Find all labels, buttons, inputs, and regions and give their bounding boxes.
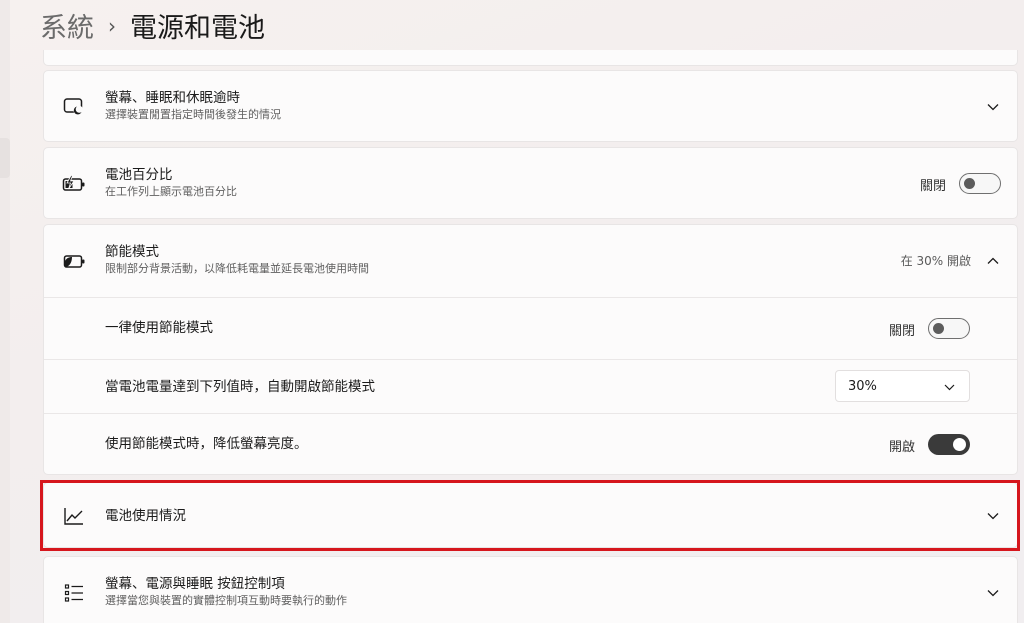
breadcrumb-separator-icon: ›: [108, 14, 116, 38]
screen-sleep-icon: [62, 95, 86, 119]
buttons-controls-card[interactable]: 螢幕、電源與睡眠 按鈕控制項 選擇當您與裝置的實體控制項互動時要執行的動作: [43, 556, 1018, 623]
chevron-up-icon[interactable]: [985, 253, 1001, 269]
energy-saver-subtitle: 限制部分背景活動，以降低耗電量並延長電池使用時間: [105, 262, 369, 275]
energy-saver-card: 節能模式 限制部分背景活動，以降低耗電量並延長電池使用時間 在 30% 開啟 一…: [43, 224, 1018, 475]
auto-on-label: 當電池電量達到下列值時，自動開啟節能模式: [105, 379, 375, 395]
screen-sleep-title: 螢幕、睡眠和休眠逾時: [105, 90, 240, 106]
list-icon: [62, 581, 86, 605]
buttons-controls-subtitle: 選擇當您與裝置的實體控制項互動時要執行的動作: [105, 594, 347, 607]
battery-percentage-title: 電池百分比: [105, 167, 173, 183]
battery-percentage-state-label: 關閉: [919, 179, 946, 194]
auto-on-selected-value: 30%: [848, 378, 877, 394]
chevron-down-icon[interactable]: [985, 99, 1001, 115]
nav-pane-edge: [0, 0, 10, 623]
nav-selection-indicator: [0, 138, 10, 178]
previous-card: [43, 50, 1018, 66]
auto-on-threshold-select[interactable]: 30%: [835, 370, 970, 402]
lower-brightness-toggle[interactable]: [928, 434, 970, 455]
battery-percentage-card: 電池百分比 在工作列上顯示電池百分比 關閉: [43, 147, 1018, 219]
battery-percentage-toggle[interactable]: [959, 173, 1001, 194]
chevron-down-icon[interactable]: [985, 585, 1001, 601]
always-use-toggle[interactable]: [928, 318, 970, 339]
breadcrumb-parent[interactable]: 系統: [40, 6, 94, 45]
screen-sleep-card[interactable]: 螢幕、睡眠和休眠逾時 選擇裝置閒置指定時間後發生的情況: [43, 70, 1018, 142]
battery-percentage-subtitle: 在工作列上顯示電池百分比: [105, 185, 237, 198]
always-use-label: 一律使用節能模式: [105, 320, 213, 336]
lower-brightness-state-label: 開啟: [888, 440, 915, 455]
energy-saver-title: 節能模式: [105, 244, 159, 260]
auto-on-row: 當電池電量達到下列值時，自動開啟節能模式 30%: [44, 360, 1017, 413]
page-title: 電源和電池: [130, 12, 265, 44]
energy-saver-status: 在 30% 開啟: [900, 254, 971, 268]
battery-charging-icon: [62, 172, 86, 196]
always-use-energy-saver-row: 一律使用節能模式 關閉: [44, 298, 1017, 359]
screen-sleep-subtitle: 選擇裝置閒置指定時間後發生的情況: [105, 108, 281, 121]
always-use-state-label: 關閉: [888, 324, 915, 339]
energy-saver-icon: [62, 249, 86, 273]
lower-brightness-row: 使用節能模式時，降低螢幕亮度。 開啟: [44, 414, 1017, 475]
highlight-box: [40, 480, 1020, 551]
breadcrumb: 系統 › 電源和電池: [40, 4, 265, 46]
chevron-down-icon: [944, 380, 955, 395]
lower-brightness-label: 使用節能模式時，降低螢幕亮度。: [105, 436, 308, 452]
buttons-controls-title: 螢幕、電源與睡眠 按鈕控制項: [105, 576, 285, 592]
